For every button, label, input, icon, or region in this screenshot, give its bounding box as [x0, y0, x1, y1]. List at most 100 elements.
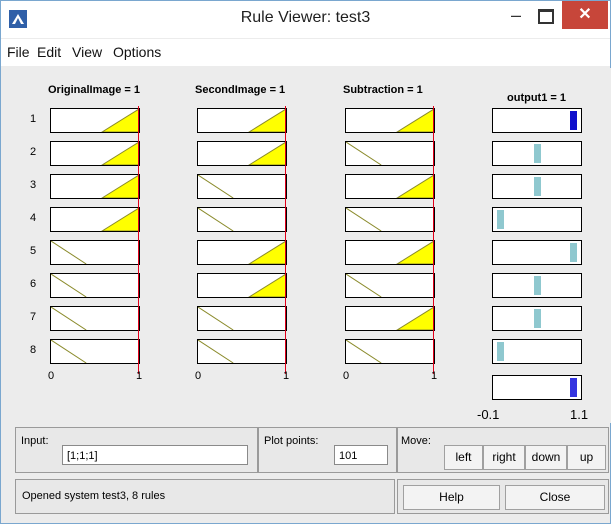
fired-membership-shape — [101, 175, 139, 198]
close-window-button[interactable]: ✕ — [562, 1, 608, 29]
input-mf-plot[interactable] — [197, 108, 287, 133]
input-mf-plot[interactable] — [197, 240, 287, 265]
rule-number: 3 — [29, 179, 37, 191]
input-mf-plot[interactable] — [50, 273, 140, 298]
input-mf-plot[interactable] — [50, 108, 140, 133]
menu-view[interactable]: View — [72, 44, 102, 60]
move-panel: Move: left right down up — [397, 427, 609, 473]
input-mf-plot[interactable] — [197, 273, 287, 298]
input-mf-plot[interactable] — [345, 174, 435, 199]
membership-line — [51, 307, 87, 330]
maximize-button[interactable] — [532, 1, 560, 29]
output-rule-plot[interactable] — [492, 273, 582, 298]
move-right-button[interactable]: right — [483, 445, 525, 470]
rule-plot-area: 1 2 3 4 5 6 7 8 OriginalImage = 1 0 1 SecondImage =… — [15, 68, 611, 423]
membership-line — [198, 340, 234, 363]
input-mf-plot[interactable] — [197, 207, 287, 232]
input-mf-plot[interactable] — [345, 339, 435, 364]
axis-max-label: 1 — [136, 370, 143, 382]
move-up-button[interactable]: up — [567, 445, 606, 470]
plot-points-label: Plot points: — [264, 435, 319, 447]
input-header: Subtraction = 1 — [343, 84, 423, 96]
membership-line — [198, 307, 234, 330]
membership-line — [346, 340, 382, 363]
fired-membership-shape — [396, 109, 434, 132]
output-rule-plot[interactable] — [492, 141, 582, 166]
rule-number: 6 — [29, 278, 37, 290]
unfired-membership-line — [198, 307, 234, 330]
unfired-membership-line — [346, 274, 382, 297]
input-mf-plot[interactable] — [50, 240, 140, 265]
membership-fill — [248, 142, 286, 165]
output-level-bar — [497, 210, 504, 229]
fired-membership-shape — [248, 274, 286, 297]
output-rule-plot[interactable] — [492, 174, 582, 199]
action-panel: Help Close — [397, 479, 609, 514]
membership-fill — [396, 109, 434, 132]
input-mf-plot[interactable] — [345, 207, 435, 232]
input-mf-plot[interactable] — [50, 174, 140, 199]
input-mf-plot[interactable] — [197, 306, 287, 331]
move-down-button[interactable]: down — [525, 445, 567, 470]
close-button[interactable]: Close — [505, 485, 605, 510]
output-level-bar — [570, 243, 577, 262]
input-mf-plot[interactable] — [50, 141, 140, 166]
fired-membership-shape — [248, 109, 286, 132]
unfired-membership-line — [198, 175, 234, 198]
membership-fill — [101, 208, 139, 231]
input-mf-plot[interactable] — [345, 141, 435, 166]
input-mf-plot[interactable] — [345, 240, 435, 265]
membership-line — [346, 142, 382, 165]
output-aggregate-plot[interactable] — [492, 375, 582, 400]
input-index-line[interactable] — [138, 106, 139, 374]
unfired-membership-line — [346, 142, 382, 165]
menu-file[interactable]: File — [7, 44, 30, 60]
membership-line — [198, 208, 234, 231]
help-button[interactable]: Help — [403, 485, 500, 510]
move-left-button[interactable]: left — [444, 445, 483, 470]
membership-fill — [101, 142, 139, 165]
output-header: output1 = 1 — [507, 92, 566, 104]
output-level-bar — [570, 111, 577, 130]
input-mf-plot[interactable] — [50, 306, 140, 331]
membership-line — [198, 175, 234, 198]
membership-fill — [396, 307, 434, 330]
menu-options[interactable]: Options — [113, 44, 161, 60]
membership-line — [346, 208, 382, 231]
input-mf-plot[interactable] — [197, 141, 287, 166]
output-level-bar — [533, 144, 541, 163]
output-rule-plot[interactable] — [492, 306, 582, 331]
axis-min-label: 0 — [343, 370, 350, 382]
output-axis-max-label: 1.1 — [570, 407, 589, 422]
maximize-icon — [538, 9, 554, 24]
axis-min-label: 0 — [48, 370, 55, 382]
output-rule-plot[interactable] — [492, 108, 582, 133]
input-mf-plot[interactable] — [197, 339, 287, 364]
input-index-line[interactable] — [285, 106, 286, 374]
membership-fill — [396, 241, 434, 264]
membership-fill — [396, 175, 434, 198]
input-label: Input: — [21, 435, 49, 447]
plot-points-field[interactable]: 101 — [334, 445, 388, 465]
input-index-line[interactable] — [433, 106, 434, 374]
menu-edit[interactable]: Edit — [37, 44, 61, 60]
input-mf-plot[interactable] — [345, 306, 435, 331]
input-mf-plot[interactable] — [345, 108, 435, 133]
fired-membership-shape — [101, 208, 139, 231]
input-mf-plot[interactable] — [50, 339, 140, 364]
unfired-membership-line — [51, 274, 87, 297]
output-axis-min-label: -0.1 — [477, 407, 500, 422]
membership-fill — [101, 109, 139, 132]
unfired-membership-line — [346, 340, 382, 363]
minimize-button[interactable]: – — [502, 1, 530, 29]
axis-max-label: 1 — [283, 370, 290, 382]
unfired-membership-line — [51, 340, 87, 363]
output-rule-plot[interactable] — [492, 339, 582, 364]
output-rule-plot[interactable] — [492, 207, 582, 232]
input-mf-plot[interactable] — [197, 174, 287, 199]
input-field[interactable]: [1;1;1] — [62, 445, 248, 465]
output-rule-plot[interactable] — [492, 240, 582, 265]
axis-max-label: 1 — [431, 370, 438, 382]
input-mf-plot[interactable] — [50, 207, 140, 232]
input-mf-plot[interactable] — [345, 273, 435, 298]
